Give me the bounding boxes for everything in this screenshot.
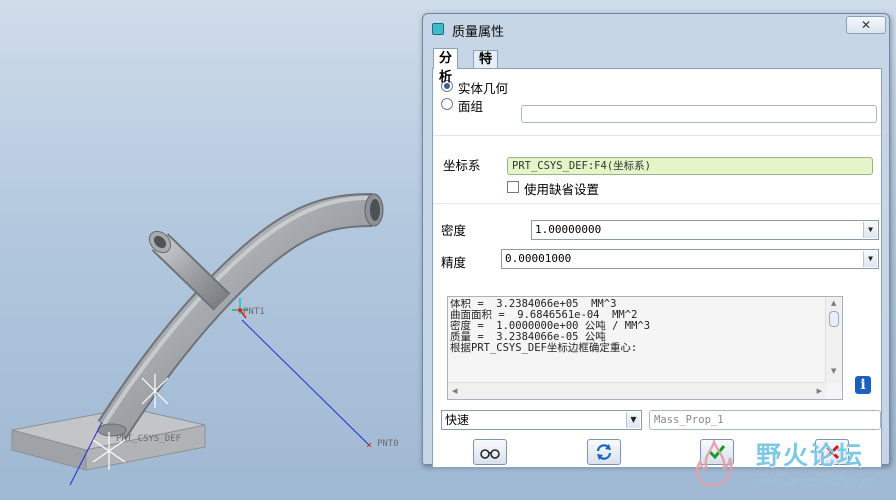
scroll-up-icon[interactable]: ▲ [831,299,836,307]
dialog-app-icon [432,23,444,35]
vertical-scrollbar[interactable]: ▲ ▼ [825,297,842,383]
chevron-down-icon[interactable]: ▼ [626,412,640,428]
tab-feature[interactable]: 特征 [473,50,499,84]
scroll-thumb[interactable] [829,311,839,327]
csys-label: PRT_CSYS_DEF [116,434,182,444]
branch-pipe [148,230,231,311]
preview-button[interactable] [473,439,507,465]
accuracy-value: 0.00001000 [505,252,572,265]
pnt1-label: PNT1 [243,307,265,317]
quilt-label: 面组 [458,99,484,114]
quilt-input[interactable] [521,105,877,123]
pnt0-label: PNT0 [377,439,399,449]
pnt0-marker: × [366,440,372,451]
quick-mode-select[interactable]: 快速 ▼ [441,410,642,430]
chevron-down-icon[interactable]: ▼ [863,222,877,238]
watermark-url: www.proewildfire.cn [754,474,876,488]
repeat-analysis-button[interactable] [587,439,621,465]
forum-watermark: 野火论坛 www.proewildfire.cn [690,432,896,500]
results-text: 体积 = 3.2384066e+05 MM^3 曲面面积 = 9.6846561… [450,299,824,381]
scroll-right-icon[interactable]: ▶ [817,387,822,395]
analysis-panel: 实体几何 面组 坐标系 PRT_CSYS_DEF:F4(坐标系) 使用缺省设置 … [432,68,882,468]
quick-mode-value: 快速 [445,413,470,427]
scroll-down-icon[interactable]: ▼ [831,367,836,375]
scroll-left-icon[interactable]: ◀ [452,387,457,395]
refresh-icon [596,444,612,460]
watermark-title: 野火论坛 [756,441,865,470]
mass-properties-dialog: 质量属性 ✕ 分析 特征 实体几何 面组 坐标系 PRT_CSYS_DEF:F4… [422,13,890,468]
density-value: 1.00000000 [535,223,602,236]
main-pipe [97,193,384,440]
info-icon[interactable]: i [855,376,871,394]
glasses-icon [480,449,500,459]
result-line: 根据PRT_CSYS_DEF坐标边框确定重心: [450,342,638,354]
horizontal-scrollbar[interactable]: ◀ ▶ [448,382,826,399]
use-default-checkbox[interactable] [507,181,519,193]
solid-geometry-label: 实体几何 [458,81,509,96]
separator [433,203,881,204]
datum-axis [241,319,371,447]
density-input[interactable]: 1.00000000 ▼ [531,220,879,240]
tab-analysis[interactable]: 分析 [433,48,459,85]
close-button[interactable]: ✕ [846,16,886,34]
accuracy-label: 精度 [441,255,467,270]
feature-name-input[interactable]: Mass_Prop_1 [649,410,881,430]
csys-input[interactable]: PRT_CSYS_DEF:F4(坐标系) [507,157,873,175]
density-label: 密度 [441,223,467,238]
results-textarea[interactable]: 体积 = 3.2384066e+05 MM^3 曲面面积 = 9.6846561… [447,296,843,400]
dialog-titlebar[interactable]: 质量属性 ✕ [423,14,889,44]
flame-logo-icon [696,440,733,488]
accuracy-input[interactable]: 0.00001000 ▼ [501,249,879,269]
csys-field-label: 坐标系 [443,158,481,173]
dialog-title: 质量属性 [452,25,505,40]
separator [433,135,881,136]
use-default-label: 使用缺省设置 [524,182,600,197]
quilt-radio[interactable] [441,98,453,110]
chevron-down-icon[interactable]: ▼ [863,251,877,267]
